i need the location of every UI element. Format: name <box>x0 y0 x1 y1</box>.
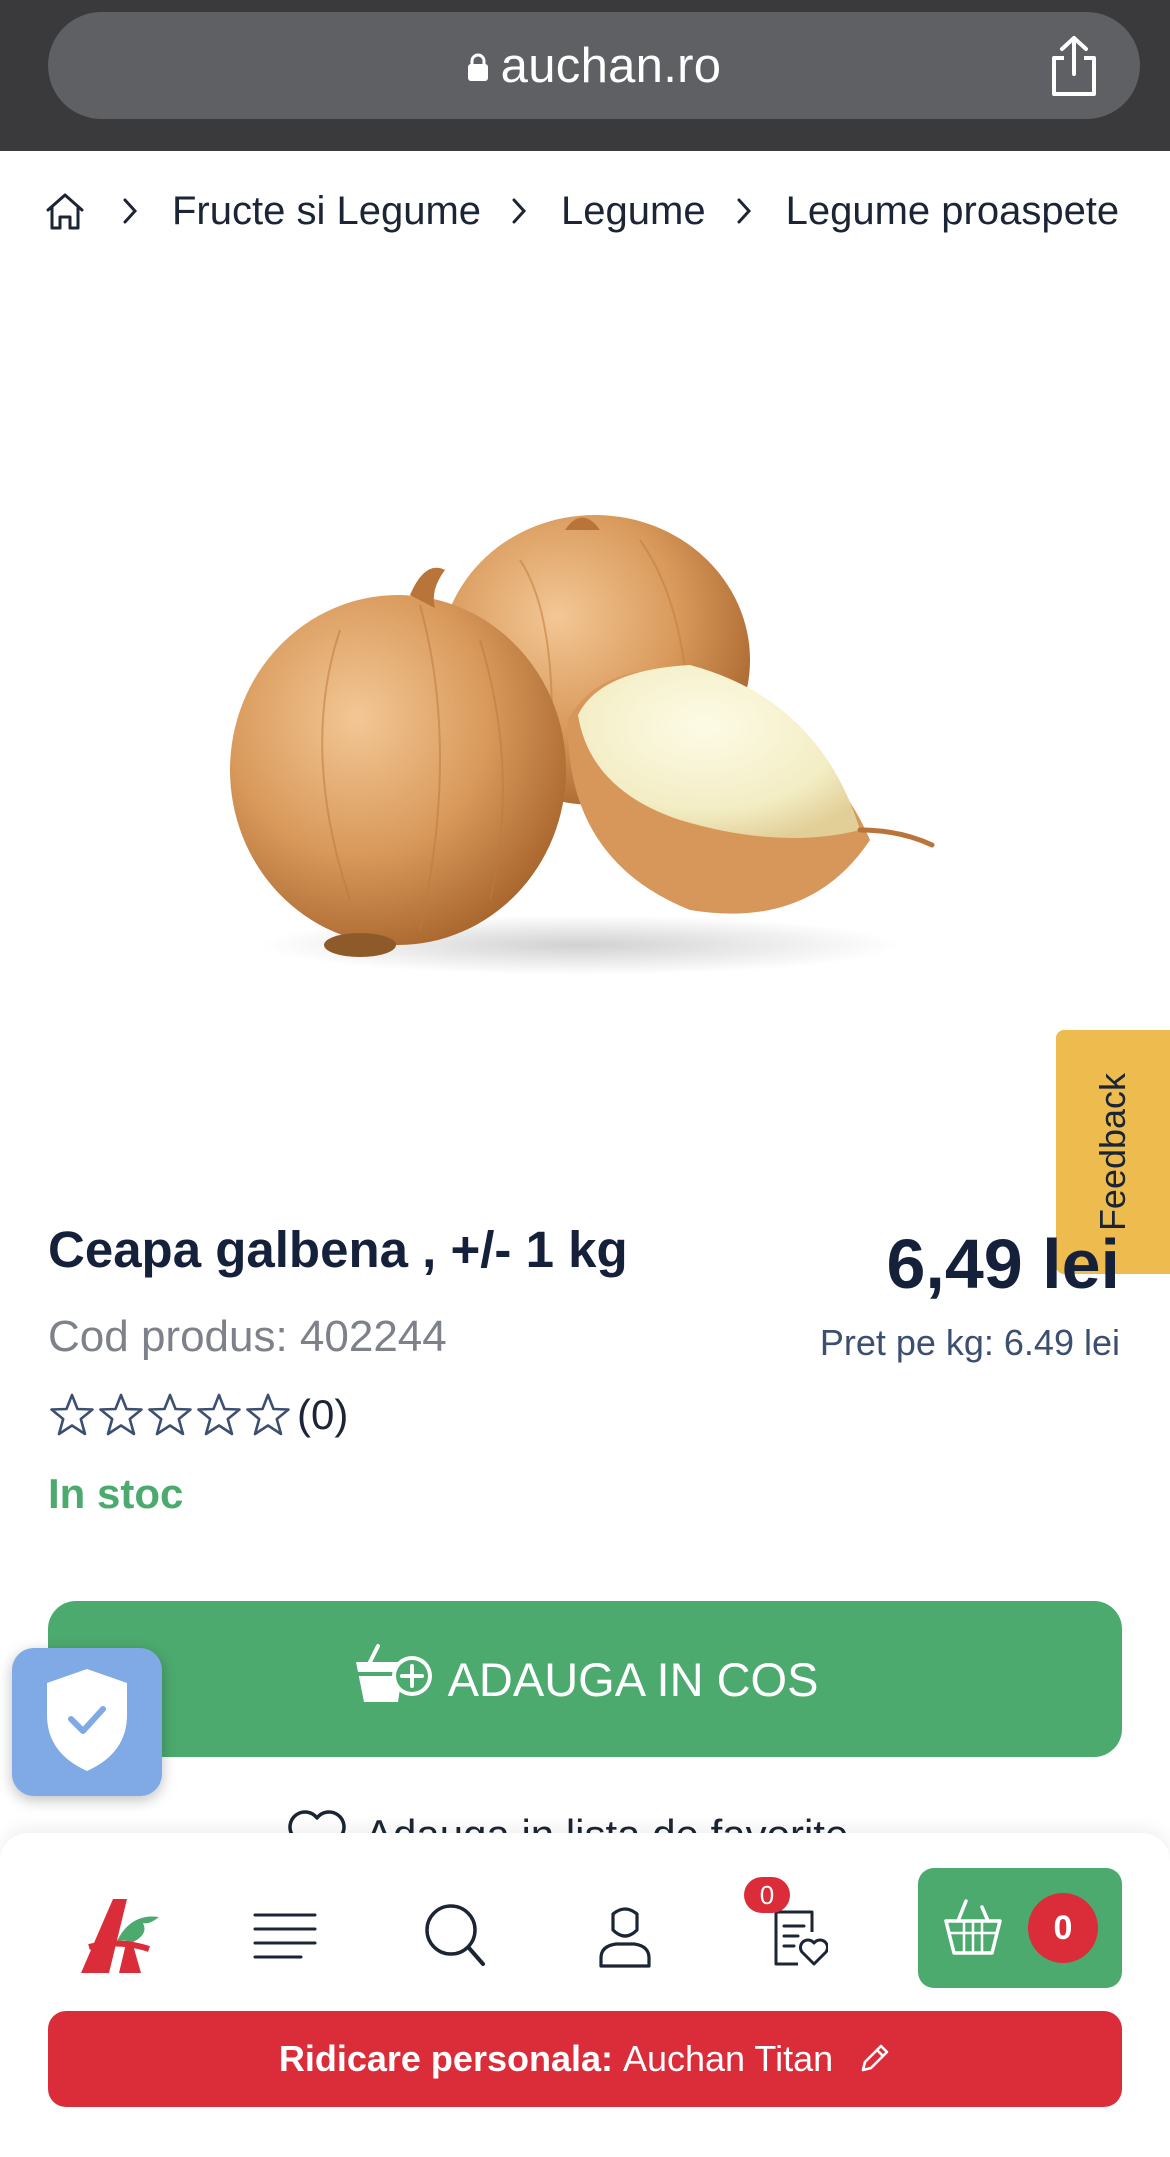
auchan-logo-icon[interactable] <box>72 1885 172 1985</box>
cart-button[interactable]: 0 <box>918 1868 1122 1988</box>
star-icon <box>146 1392 194 1438</box>
chevron-right-icon <box>736 197 752 225</box>
pencil-icon[interactable] <box>857 2042 891 2076</box>
search-icon[interactable] <box>410 1885 500 1985</box>
product-price: 6,49 lei <box>886 1225 1120 1303</box>
basket-plus-icon <box>352 1643 434 1715</box>
shield-check-icon <box>41 1665 133 1780</box>
url-text: auchan.ro <box>500 38 722 93</box>
menu-icon[interactable] <box>240 1885 330 1985</box>
pickup-store-selector[interactable]: Ridicare personala: Auchan Titan <box>48 2011 1122 2107</box>
product-title: Ceapa galbena , +/- 1 kg <box>48 1221 628 1278</box>
lock-icon <box>467 38 489 94</box>
add-to-cart-button[interactable]: ADAUGA IN COS <box>48 1601 1122 1757</box>
home-icon[interactable] <box>44 190 86 232</box>
list-heart-icon[interactable]: 0 <box>744 1877 848 1985</box>
breadcrumb-item-legume-proaspete[interactable]: Legume proaspete <box>786 189 1120 234</box>
lists-count-badge: 0 <box>744 1877 790 1913</box>
share-icon[interactable] <box>1046 34 1102 103</box>
chevron-right-icon <box>122 197 138 225</box>
product-code: Cod produs: 402244 <box>48 1312 447 1361</box>
star-icon <box>195 1392 243 1438</box>
bottom-navigation: 0 0 Ridicare personala: Auchan Titan <box>0 1833 1170 2157</box>
product-image[interactable] <box>220 500 950 985</box>
unit-price: Pret pe kg: 6.49 lei <box>819 1322 1120 1363</box>
product-rating[interactable]: (0) <box>48 1385 348 1445</box>
breadcrumb: Fructe si Legume Legume Legume proaspete <box>44 176 1119 246</box>
url-display[interactable]: auchan.ro <box>48 12 1140 119</box>
star-icon <box>97 1392 145 1438</box>
browser-toolbar: auchan.ro <box>0 0 1170 151</box>
privacy-settings-button[interactable] <box>12 1648 162 1796</box>
basket-icon <box>942 1895 1004 1962</box>
add-to-cart-label: ADAUGA IN COS <box>447 1652 819 1706</box>
user-icon[interactable] <box>580 1885 670 1985</box>
breadcrumb-item-legume[interactable]: Legume <box>561 189 706 234</box>
cart-count-badge: 0 <box>1028 1893 1098 1963</box>
breadcrumb-item-fructe-si-legume[interactable]: Fructe si Legume <box>172 189 481 234</box>
rating-count: (0) <box>297 1391 349 1438</box>
star-icon <box>244 1392 292 1438</box>
address-bar[interactable]: auchan.ro <box>48 12 1140 119</box>
feedback-label: Feedback <box>1092 1072 1134 1232</box>
stock-status: In stoc <box>48 1470 184 1517</box>
pickup-store-name: Auchan Titan <box>622 2038 834 2079</box>
star-icon <box>48 1392 96 1438</box>
chevron-right-icon <box>511 197 527 225</box>
pickup-label: Ridicare personala: <box>278 2038 613 2079</box>
